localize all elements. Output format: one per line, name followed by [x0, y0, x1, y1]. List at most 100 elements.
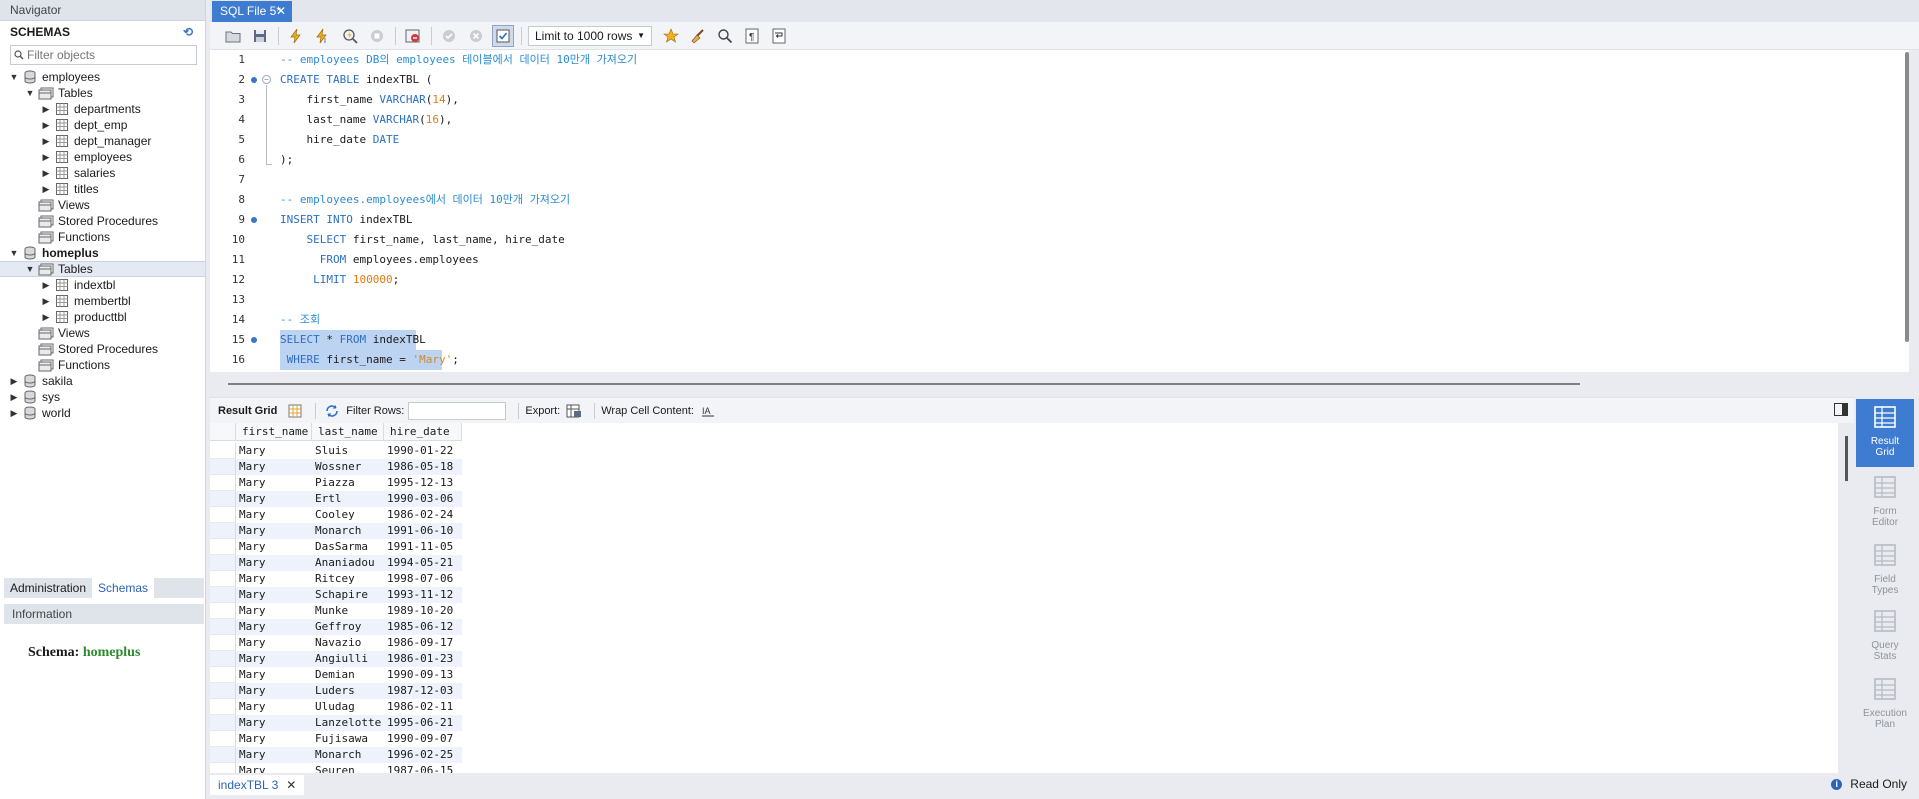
- row-header[interactable]: [210, 539, 236, 555]
- collapsed-arrow-icon[interactable]: ▶: [40, 149, 52, 165]
- row-header[interactable]: [210, 763, 236, 773]
- collapsed-arrow-icon[interactable]: ▶: [8, 373, 20, 389]
- code-line[interactable]: first_name VARCHAR(14),: [280, 90, 458, 110]
- table-cell[interactable]: 1993-11-12: [384, 587, 462, 603]
- table-row[interactable]: Mary Munke 1989-10-20: [210, 603, 462, 619]
- table-cell[interactable]: 1987-12-03: [384, 683, 462, 699]
- table-cell[interactable]: Ritcey: [312, 571, 384, 587]
- table-cell[interactable]: 1995-12-13: [384, 475, 462, 491]
- refresh-results-button[interactable]: [322, 402, 342, 420]
- expanded-arrow-icon[interactable]: ▼: [8, 69, 20, 85]
- limit-rows-select[interactable]: Limit to 1000 rows ▼: [528, 25, 652, 46]
- side-panel-execution-plan[interactable]: Execution Plan: [1856, 677, 1914, 730]
- table-cell[interactable]: Luders: [312, 683, 384, 699]
- table-cell[interactable]: Mary: [236, 443, 312, 459]
- row-header[interactable]: [210, 715, 236, 731]
- tree-item-indextbl[interactable]: ▶ indextbl: [0, 277, 205, 293]
- column-header[interactable]: first_name: [236, 423, 312, 441]
- row-header[interactable]: [210, 699, 236, 715]
- table-cell[interactable]: 1985-06-12: [384, 619, 462, 635]
- statement-marker-icon[interactable]: [251, 337, 257, 343]
- table-cell[interactable]: Schapire: [312, 587, 384, 603]
- code-line[interactable]: SELECT * FROM indexTBL: [280, 330, 426, 350]
- code-line[interactable]: FROM employees.employees: [280, 250, 479, 270]
- table-row[interactable]: Mary Luders 1987-12-03: [210, 683, 462, 699]
- tree-item-sakila[interactable]: ▶ sakila: [0, 373, 205, 389]
- row-header[interactable]: [210, 683, 236, 699]
- code-line[interactable]: INSERT INTO indexTBL: [280, 210, 412, 230]
- code-line[interactable]: -- 조회: [280, 310, 320, 330]
- tree-item-homeplus[interactable]: ▼ homeplus: [0, 245, 205, 261]
- table-row[interactable]: Mary Geffroy 1985-06-12: [210, 619, 462, 635]
- result-grid[interactable]: first_name last_name hire_date Mary Sluis 199…: [210, 423, 1838, 773]
- tree-item-views[interactable]: Views: [0, 325, 205, 341]
- row-header[interactable]: [210, 523, 236, 539]
- editor-horizontal-scrollbar[interactable]: [228, 383, 1580, 385]
- code-line[interactable]: );: [280, 150, 293, 170]
- table-cell[interactable]: Lanzelotte: [312, 715, 384, 731]
- result-scrollbar[interactable]: [1845, 436, 1848, 481]
- result-tab[interactable]: indexTBL 3 ✕: [210, 775, 305, 795]
- row-header[interactable]: [210, 555, 236, 571]
- side-panel-form-editor[interactable]: Form Editor: [1856, 475, 1914, 528]
- tree-item-functions[interactable]: Functions: [0, 229, 205, 245]
- collapsed-arrow-icon[interactable]: ▶: [40, 181, 52, 197]
- tab-sql-file[interactable]: SQL File 5* ✕: [212, 1, 292, 22]
- tree-item-tables[interactable]: ▼ Tables: [0, 85, 205, 101]
- table-cell[interactable]: Wossner: [312, 459, 384, 475]
- row-header[interactable]: [210, 587, 236, 603]
- table-cell[interactable]: 1986-02-11: [384, 699, 462, 715]
- collapsed-arrow-icon[interactable]: ▶: [8, 389, 20, 405]
- table-row[interactable]: Mary Cooley 1986-02-24: [210, 507, 462, 523]
- tree-item-employees[interactable]: ▶ employees: [0, 149, 205, 165]
- tree-item-departments[interactable]: ▶ departments: [0, 101, 205, 117]
- table-row[interactable]: Mary Monarch 1991-06-10: [210, 523, 462, 539]
- editor-vertical-scrollbar[interactable]: [1905, 52, 1909, 342]
- tree-item-producttbl[interactable]: ▶ producttbl: [0, 309, 205, 325]
- tree-item-stored-procedures[interactable]: Stored Procedures: [0, 213, 205, 229]
- statement-marker-icon[interactable]: [251, 217, 257, 223]
- find-button[interactable]: [714, 25, 736, 47]
- toggle-side-panel-icon[interactable]: [1834, 403, 1848, 416]
- row-header[interactable]: [210, 603, 236, 619]
- table-row[interactable]: Mary Lanzelotte 1995-06-21: [210, 715, 462, 731]
- row-header[interactable]: [210, 651, 236, 667]
- row-header[interactable]: [210, 475, 236, 491]
- side-panel-field-types[interactable]: Field Types: [1856, 543, 1914, 596]
- row-header[interactable]: [210, 443, 236, 459]
- table-cell[interactable]: Monarch: [312, 747, 384, 763]
- table-cell[interactable]: 1986-01-23: [384, 651, 462, 667]
- table-row[interactable]: Mary Seuren 1987-06-15: [210, 763, 462, 773]
- table-cell[interactable]: Piazza: [312, 475, 384, 491]
- table-cell[interactable]: Mary: [236, 507, 312, 523]
- tree-item-tables[interactable]: ▼ Tables: [0, 261, 205, 277]
- tree-item-membertbl[interactable]: ▶ membertbl: [0, 293, 205, 309]
- stop-button[interactable]: [366, 25, 388, 47]
- explain-button[interactable]: [339, 25, 361, 47]
- table-cell[interactable]: Mary: [236, 763, 312, 773]
- row-header[interactable]: [210, 571, 236, 587]
- table-cell[interactable]: Demian: [312, 667, 384, 683]
- table-row[interactable]: Mary Angiulli 1986-01-23: [210, 651, 462, 667]
- add-snippet-button[interactable]: [660, 25, 682, 47]
- tree-item-salaries[interactable]: ▶ salaries: [0, 165, 205, 181]
- table-cell[interactable]: Mary: [236, 731, 312, 747]
- table-cell[interactable]: Mary: [236, 715, 312, 731]
- side-panel-query-stats[interactable]: Query Stats: [1856, 609, 1914, 662]
- table-cell[interactable]: Angiulli: [312, 651, 384, 667]
- collapsed-arrow-icon[interactable]: ▶: [40, 165, 52, 181]
- execute-current-button[interactable]: I: [312, 25, 334, 47]
- tree-item-functions[interactable]: Functions: [0, 357, 205, 373]
- table-cell[interactable]: 1990-03-06: [384, 491, 462, 507]
- expanded-arrow-icon[interactable]: ▼: [24, 261, 36, 277]
- table-row[interactable]: Mary Wossner 1986-05-18: [210, 459, 462, 475]
- statement-marker-icon[interactable]: [251, 77, 257, 83]
- commit-button[interactable]: [438, 25, 460, 47]
- row-header[interactable]: [210, 491, 236, 507]
- code-line[interactable]: WHERE first_name = 'Mary';: [280, 350, 459, 370]
- code-line[interactable]: LIMIT 100000;: [280, 270, 399, 290]
- table-cell[interactable]: Fujisawa: [312, 731, 384, 747]
- filter-objects-field[interactable]: [10, 45, 197, 65]
- table-cell[interactable]: Mary: [236, 699, 312, 715]
- table-cell[interactable]: Ananiadou: [312, 555, 384, 571]
